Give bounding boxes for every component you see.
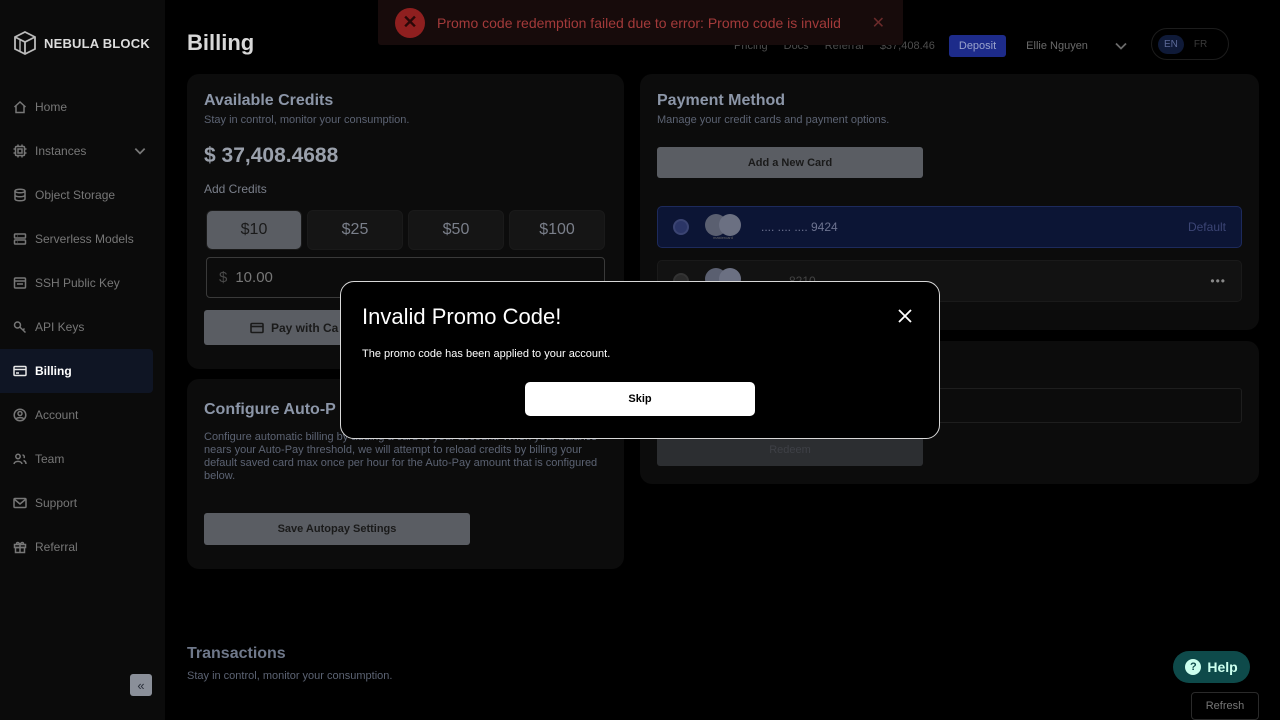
chevron-down-icon xyxy=(1115,42,1127,50)
credit-amount-value: 10.00 xyxy=(235,269,273,286)
transactions-subtitle: Stay in control, monitor your consumptio… xyxy=(187,670,393,682)
default-card-badge: Default xyxy=(1187,220,1226,234)
sidebar-item-label: API Keys xyxy=(35,320,85,334)
sidebar-collapse-button[interactable]: « xyxy=(130,674,152,696)
sidebar-item-label: Billing xyxy=(35,364,72,378)
credit-option-100[interactable]: $100 xyxy=(509,210,605,250)
sidebar-item-api-keys[interactable]: API Keys xyxy=(0,305,165,349)
credit-card-icon xyxy=(13,364,27,378)
sidebar-item-label: SSH Public Key xyxy=(35,276,120,290)
chevron-down-icon[interactable] xyxy=(133,144,147,158)
error-icon: ✕ xyxy=(395,7,425,38)
sidebar-item-team[interactable]: Team xyxy=(0,437,165,481)
app-root: NEBULA BLOCK Home Instances Object Stora… xyxy=(0,0,1280,720)
card-radio-selected[interactable] xyxy=(673,219,689,235)
lang-fr-option[interactable]: FR xyxy=(1194,39,1207,50)
sidebar-item-label: Team xyxy=(35,452,65,466)
invalid-promo-modal: Invalid Promo Code! The promo code has b… xyxy=(340,281,940,439)
user-name: Ellie Nguyen xyxy=(1026,40,1088,52)
page-title: Billing xyxy=(187,30,255,55)
sidebar-item-label: Referral xyxy=(35,540,78,554)
sidebar-item-label: Instances xyxy=(35,144,87,158)
language-switcher: EN FR xyxy=(1151,28,1229,60)
sidebar-item-label: Account xyxy=(35,408,79,422)
credit-amount-options: $10 $25 $50 $100 xyxy=(206,210,607,250)
error-toast: ✕ Promo code redemption failed due to er… xyxy=(378,0,903,45)
credits-title: Available Credits xyxy=(204,92,334,109)
save-autopay-button[interactable]: Save Autopay Settings xyxy=(204,513,470,545)
payment-subtitle: Manage your credit cards and payment opt… xyxy=(657,114,890,126)
sidebar-item-home[interactable]: Home xyxy=(0,85,165,129)
saved-card-row[interactable]: mastercard .... .... .... 9424 Default xyxy=(657,206,1242,248)
credit-option-25[interactable]: $25 xyxy=(307,210,403,250)
sidebar-item-label: Object Storage xyxy=(35,188,116,202)
sidebar: NEBULA BLOCK Home Instances Object Stora… xyxy=(0,0,165,720)
modal-message: The promo code has been applied to your … xyxy=(362,348,611,360)
sidebar-item-billing[interactable]: Billing xyxy=(0,349,153,393)
help-button[interactable]: ? Help xyxy=(1173,651,1250,683)
sidebar-item-label: Support xyxy=(35,496,78,510)
key-icon xyxy=(13,320,27,334)
team-icon xyxy=(13,452,27,466)
transactions-title: Transactions xyxy=(187,645,286,662)
sidebar-item-instances[interactable]: Instances xyxy=(0,129,165,173)
credit-option-10[interactable]: $10 xyxy=(206,210,302,250)
deposit-button[interactable]: Deposit xyxy=(948,35,1007,57)
add-credits-label: Add Credits xyxy=(204,182,267,196)
currency-symbol: $ xyxy=(219,269,228,286)
database-icon xyxy=(13,188,27,202)
sidebar-item-object-storage[interactable]: Object Storage xyxy=(0,173,165,217)
user-circle-icon xyxy=(13,408,27,422)
terminal-icon xyxy=(13,276,27,290)
home-icon xyxy=(13,100,27,114)
credits-amount: $ 37,408.4688 xyxy=(204,144,339,167)
credit-option-50[interactable]: $50 xyxy=(408,210,504,250)
sidebar-item-label: Home xyxy=(35,100,68,114)
brand-logo[interactable]: NEBULA BLOCK xyxy=(12,30,150,56)
server-icon xyxy=(13,232,27,246)
brand-name: NEBULA BLOCK xyxy=(44,35,150,51)
user-menu[interactable]: Ellie Nguyen xyxy=(1026,39,1128,53)
mail-icon xyxy=(13,496,27,510)
cpu-icon xyxy=(13,144,27,158)
payment-title: Payment Method xyxy=(657,92,786,109)
pay-with-card-label: Pay with Ca xyxy=(271,320,339,335)
double-chevron-left-icon: « xyxy=(137,677,145,693)
gift-icon xyxy=(13,540,27,554)
sidebar-item-label: Serverless Models xyxy=(35,232,134,246)
sidebar-item-serverless-models[interactable]: Serverless Models xyxy=(0,217,165,261)
skip-button[interactable]: Skip xyxy=(525,382,755,416)
credit-card-icon xyxy=(250,322,264,333)
sidebar-nav: Home Instances Object Storage Serverless… xyxy=(0,85,165,569)
sidebar-item-referral[interactable]: Referral xyxy=(0,525,165,569)
sidebar-item-ssh-public-key[interactable]: SSH Public Key xyxy=(0,261,165,305)
credits-subtitle: Stay in control, monitor your consumptio… xyxy=(204,114,410,126)
refresh-button[interactable]: Refresh xyxy=(1191,692,1259,720)
add-new-card-button[interactable]: Add a New Card xyxy=(657,147,923,178)
toast-close-icon[interactable]: ✕ xyxy=(872,13,885,33)
mastercard-icon: mastercard xyxy=(705,214,741,240)
sidebar-item-support[interactable]: Support xyxy=(0,481,165,525)
more-options-icon[interactable]: ••• xyxy=(1210,274,1226,288)
help-label: Help xyxy=(1207,659,1238,675)
question-icon: ? xyxy=(1185,659,1202,675)
toast-message: Promo code redemption failed due to erro… xyxy=(437,14,841,31)
modal-title: Invalid Promo Code! xyxy=(362,304,562,329)
lang-en-option[interactable]: EN xyxy=(1158,34,1184,54)
card-number: .... .... .... 9424 xyxy=(761,220,838,234)
sidebar-item-account[interactable]: Account xyxy=(0,393,165,437)
nebula-logo-icon xyxy=(14,30,36,56)
close-icon[interactable] xyxy=(897,308,913,324)
